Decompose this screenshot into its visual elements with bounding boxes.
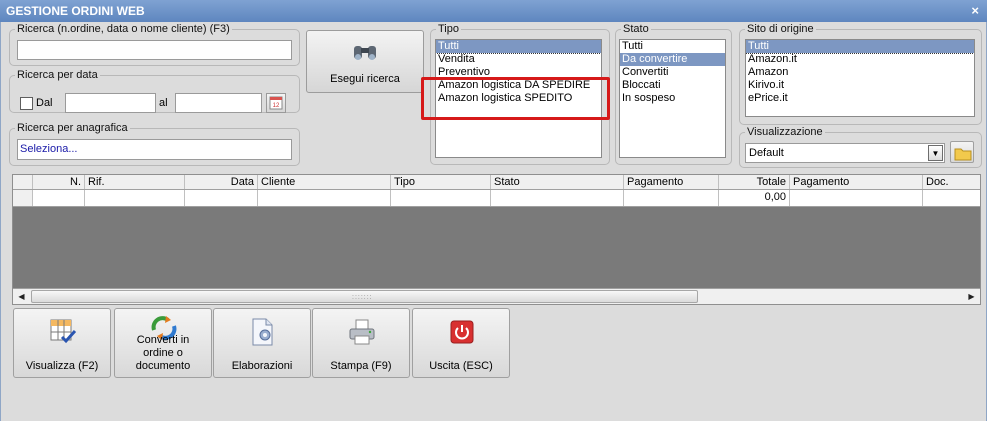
elaborazioni-label: Elaborazioni bbox=[231, 360, 293, 372]
table-row[interactable]: 0,00 bbox=[13, 190, 980, 207]
visualizzazione-legend: Visualizzazione bbox=[747, 126, 823, 138]
sito-item[interactable]: Kirivo.it bbox=[746, 79, 974, 92]
power-exit-icon bbox=[447, 317, 477, 350]
close-icon[interactable]: × bbox=[971, 3, 979, 18]
orders-grid[interactable]: N. Rif. Data Cliente Tipo Stato Pagament… bbox=[12, 174, 981, 305]
scroll-left-icon[interactable]: ◀ bbox=[14, 290, 29, 303]
column-header[interactable]: Totale bbox=[719, 175, 790, 189]
highlight-box bbox=[421, 77, 610, 120]
table-cell[interactable] bbox=[391, 190, 491, 206]
stato-item[interactable]: Bloccati bbox=[620, 79, 725, 92]
anag-select-value: Seleziona... bbox=[20, 143, 78, 155]
anag-search-legend: Ricerca per anagrafica bbox=[17, 122, 128, 134]
scrollbar-thumb[interactable]: ::::::: bbox=[31, 290, 698, 303]
stampa-label: Stampa (F9) bbox=[330, 360, 392, 372]
tipo-legend: Tipo bbox=[438, 23, 459, 35]
grid-row-indicator bbox=[13, 175, 33, 189]
table-cell[interactable] bbox=[624, 190, 719, 206]
stato-item[interactable]: Convertiti bbox=[620, 66, 725, 79]
column-header[interactable]: N. bbox=[33, 175, 85, 189]
converti-button[interactable]: Converti in ordine o documento bbox=[114, 308, 212, 378]
document-gear-icon bbox=[248, 317, 278, 350]
main-window: Ricerca (n.ordine, data o nome cliente) … bbox=[0, 22, 987, 421]
search-button-label: Esegui ricerca bbox=[330, 73, 400, 85]
chevron-down-icon[interactable]: ▼ bbox=[928, 145, 943, 161]
table-cell[interactable] bbox=[33, 190, 85, 206]
column-header[interactable]: Data bbox=[185, 175, 258, 189]
dal-checkbox[interactable] bbox=[20, 97, 33, 110]
scroll-right-icon[interactable]: ▶ bbox=[964, 290, 979, 303]
table-check-icon bbox=[48, 317, 78, 350]
al-label: al bbox=[159, 97, 168, 109]
dal-date-input[interactable] bbox=[65, 93, 156, 113]
anag-select-field[interactable]: Seleziona... bbox=[17, 139, 292, 160]
binoculars-icon bbox=[351, 41, 379, 66]
folder-button[interactable] bbox=[950, 141, 974, 163]
stato-item[interactable]: Tutti bbox=[620, 40, 725, 53]
column-header[interactable]: Pagamento bbox=[790, 175, 923, 189]
column-header[interactable]: Cliente bbox=[258, 175, 391, 189]
uscita-label: Uscita (ESC) bbox=[429, 360, 493, 372]
elaborazioni-button[interactable]: Elaborazioni bbox=[213, 308, 311, 378]
visualizza-button[interactable]: Visualizza (F2) bbox=[13, 308, 111, 378]
column-header[interactable]: Stato bbox=[491, 175, 624, 189]
al-date-input[interactable] bbox=[175, 93, 262, 113]
visualizzazione-select[interactable]: Default ▼ bbox=[745, 143, 945, 163]
converti-label: Converti in ordine o documento bbox=[135, 334, 191, 372]
column-header[interactable]: Pagamento bbox=[624, 175, 719, 189]
stato-item[interactable]: Da convertire bbox=[620, 53, 725, 66]
sito-item[interactable]: Amazon bbox=[746, 66, 974, 79]
uscita-button[interactable]: Uscita (ESC) bbox=[412, 308, 510, 378]
grip-icon: ::::::: bbox=[352, 294, 373, 301]
sito-item[interactable]: Tutti bbox=[746, 40, 974, 54]
column-header[interactable]: Doc. bbox=[923, 175, 980, 189]
table-cell[interactable] bbox=[491, 190, 624, 206]
search-button[interactable]: Esegui ricerca bbox=[306, 30, 424, 93]
stato-item[interactable]: In sospeso bbox=[620, 92, 725, 105]
title-bar: GESTIONE ORDINI WEB × bbox=[0, 0, 987, 22]
column-header[interactable]: Tipo bbox=[391, 175, 491, 189]
stato-listbox[interactable]: Tutti Da convertire Convertiti Bloccati … bbox=[619, 39, 726, 158]
table-cell[interactable] bbox=[790, 190, 923, 206]
visualizza-label: Visualizza (F2) bbox=[25, 360, 99, 372]
dal-label: Dal bbox=[36, 97, 53, 109]
grid-header: N. Rif. Data Cliente Tipo Stato Pagament… bbox=[13, 175, 980, 190]
text-search-input[interactable] bbox=[17, 40, 292, 60]
table-cell[interactable] bbox=[923, 190, 980, 206]
date-search-legend: Ricerca per data bbox=[17, 69, 98, 81]
printer-icon bbox=[347, 317, 377, 350]
text-search-legend: Ricerca (n.ordine, data o nome cliente) … bbox=[17, 23, 230, 35]
tipo-item[interactable]: Vendita bbox=[436, 53, 601, 66]
stato-legend: Stato bbox=[623, 23, 649, 35]
table-cell[interactable] bbox=[85, 190, 185, 206]
sito-legend: Sito di origine bbox=[747, 23, 814, 35]
tipo-item[interactable]: Tutti bbox=[436, 40, 601, 54]
grid-row-indicator bbox=[13, 190, 33, 206]
window-title: GESTIONE ORDINI WEB bbox=[6, 4, 145, 18]
table-cell[interactable] bbox=[258, 190, 391, 206]
svg-text:12: 12 bbox=[273, 103, 280, 109]
table-cell[interactable] bbox=[185, 190, 258, 206]
horizontal-scrollbar[interactable]: ◀ ::::::: ▶ bbox=[13, 288, 980, 304]
table-cell[interactable]: 0,00 bbox=[719, 190, 790, 206]
column-header[interactable]: Rif. bbox=[85, 175, 185, 189]
sito-item[interactable]: ePrice.it bbox=[746, 92, 974, 105]
folder-icon bbox=[954, 148, 972, 161]
sito-listbox[interactable]: Tutti Amazon.it Amazon Kirivo.it ePrice.… bbox=[745, 39, 975, 117]
visualizzazione-value: Default bbox=[749, 147, 784, 159]
sito-item[interactable]: Amazon.it bbox=[746, 53, 974, 66]
stampa-button[interactable]: Stampa (F9) bbox=[312, 308, 410, 378]
calendar-icon[interactable]: 12 bbox=[266, 93, 286, 113]
